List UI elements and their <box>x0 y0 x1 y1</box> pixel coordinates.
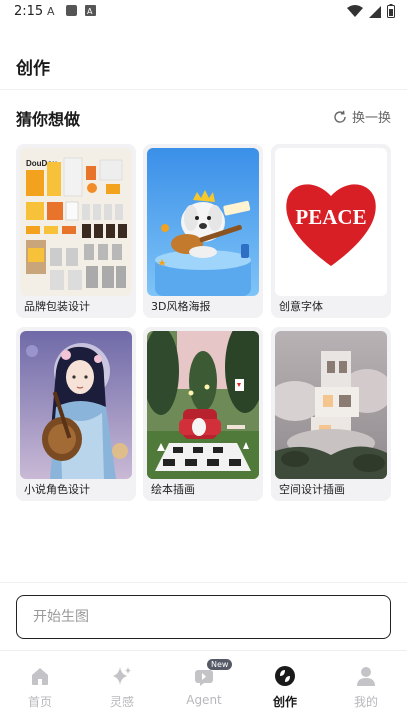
picturebook-thumbnail <box>147 331 259 479</box>
create-icon <box>275 666 295 686</box>
refresh-label: 换一换 <box>351 111 391 126</box>
sparkle-icon <box>113 667 131 685</box>
tab-label: 首页 <box>27 695 52 709</box>
card-brand-packaging[interactable]: DouDou 品牌包装设计 <box>16 144 136 318</box>
card-label: 创意字体 <box>279 300 323 313</box>
card-picture-book[interactable]: 绘本插画 <box>143 327 263 501</box>
card-creative-font[interactable]: PEACE 创意字体 <box>271 144 391 318</box>
signal-icon <box>369 5 381 18</box>
font-a-icon: A <box>47 5 55 17</box>
tab-inspiration[interactable]: 灵感 <box>92 665 152 710</box>
tab-profile[interactable]: 我的 <box>336 665 396 710</box>
card-label: 绘本插画 <box>151 483 195 496</box>
card-label: 品牌包装设计 <box>24 300 90 313</box>
svg-text:A: A <box>87 7 93 16</box>
bottom-tab-bar: 首页 灵感 New Agent 创作 我的 <box>0 650 407 723</box>
tab-create[interactable]: 创作 <box>255 665 315 710</box>
status-time: 2:15 <box>14 4 44 19</box>
refresh-button[interactable]: 换一换 <box>333 107 391 126</box>
poster3d-thumbnail <box>147 148 259 296</box>
tab-label: 我的 <box>353 695 378 709</box>
card-label: 3D风格海报 <box>151 300 211 313</box>
tab-label: Agent <box>186 693 222 707</box>
tab-label: 创作 <box>272 695 297 709</box>
new-badge: New <box>207 659 233 670</box>
packaging-thumbnail: DouDou <box>20 148 132 296</box>
suggestions-header: 猜你想做 换一换 <box>16 104 391 130</box>
character-thumbnail <box>20 331 132 479</box>
prompt-bar: 开始生图 <box>0 582 407 650</box>
card-novel-character[interactable]: 小说角色设计 <box>16 327 136 501</box>
section-title: 猜你想做 <box>16 110 81 129</box>
tab-agent[interactable]: New Agent <box>174 659 234 707</box>
svg-text:A: A <box>47 5 55 17</box>
status-bar: 2:15 A A <box>0 0 407 24</box>
peace-text: PEACE <box>295 205 366 229</box>
profile-icon <box>357 667 375 686</box>
card-3d-poster[interactable]: 3D风格海报 <box>143 144 263 318</box>
space-thumbnail <box>275 331 387 479</box>
system-icons <box>347 4 395 18</box>
card-label: 空间设计插画 <box>279 483 345 496</box>
page-title: 创作 <box>16 59 50 79</box>
square-icon <box>66 5 77 16</box>
peace-thumbnail: PEACE <box>275 148 387 296</box>
tab-label: 灵感 <box>109 695 134 709</box>
checker-floor <box>155 443 251 471</box>
card-space-design[interactable]: 空间设计插画 <box>271 327 391 501</box>
refresh-icon <box>334 110 346 123</box>
battery-icon <box>387 4 395 18</box>
wifi-icon <box>347 4 363 17</box>
tab-home[interactable]: 首页 <box>10 665 70 710</box>
card-label: 小说角色设计 <box>24 483 90 496</box>
home-icon <box>32 668 48 685</box>
app-a-icon: A <box>85 5 96 16</box>
page-header: 创作 <box>0 40 407 90</box>
prompt-input[interactable]: 开始生图 <box>16 595 391 639</box>
notification-icons: A A <box>46 4 97 17</box>
